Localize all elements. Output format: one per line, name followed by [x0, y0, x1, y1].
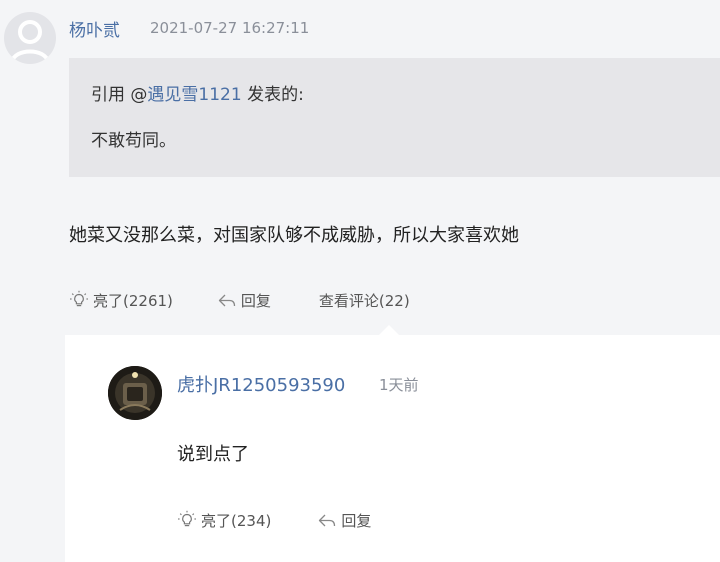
quote-block: 引用 @遇见雪1121 发表的: 不敢苟同。: [69, 58, 720, 177]
quote-mention-link[interactable]: 遇见雪1121: [147, 85, 241, 105]
comment-reply-button[interactable]: 回复: [317, 510, 371, 531]
quote-header: 引用 @遇见雪1121 发表的:: [91, 80, 304, 105]
like-button[interactable]: 亮了(2261): [69, 290, 173, 311]
default-avatar-icon[interactable]: [4, 12, 56, 64]
avatar[interactable]: [108, 366, 162, 420]
like-count-label: 亮了(2261): [93, 291, 173, 310]
lightbulb-icon: [177, 510, 201, 530]
comment-content: 说到点了: [177, 444, 249, 465]
comment-timestamp: 1天前: [379, 376, 419, 394]
comment-author[interactable]: 虎扑JR1250593590: [177, 371, 345, 397]
reply-arrow-icon: [217, 290, 241, 310]
comments-panel: 虎扑JR1250593590 1天前 说到点了 亮了(234) 回复: [65, 335, 720, 562]
comment-reply-label: 回复: [341, 511, 372, 530]
reply-arrow-icon: [317, 510, 341, 530]
view-comments-label: 查看评论(22): [318, 291, 410, 310]
reply-label: 回复: [240, 291, 271, 310]
quote-suffix: 发表的:: [241, 85, 304, 105]
quote-text: 不敢苟同。: [91, 131, 176, 151]
comment-like-count-label: 亮了(234): [201, 511, 272, 530]
lightbulb-icon: [69, 290, 93, 310]
post-actions: 亮了(2261) 回复 查看评论(22): [69, 288, 410, 312]
reply-button[interactable]: 回复: [217, 290, 271, 311]
post-content: 她菜又没那么菜，对国家队够不成威胁，所以大家喜欢她: [69, 225, 519, 246]
post-timestamp: 2021-07-27 16:27:11: [150, 19, 310, 37]
view-comments-link[interactable]: 查看评论(22): [319, 290, 410, 311]
post-author[interactable]: 杨卟贰: [69, 16, 120, 41]
comment-actions: 亮了(234) 回复: [177, 508, 371, 532]
comment-like-button[interactable]: 亮了(234): [177, 510, 271, 531]
quote-prefix: 引用 @: [91, 85, 148, 105]
